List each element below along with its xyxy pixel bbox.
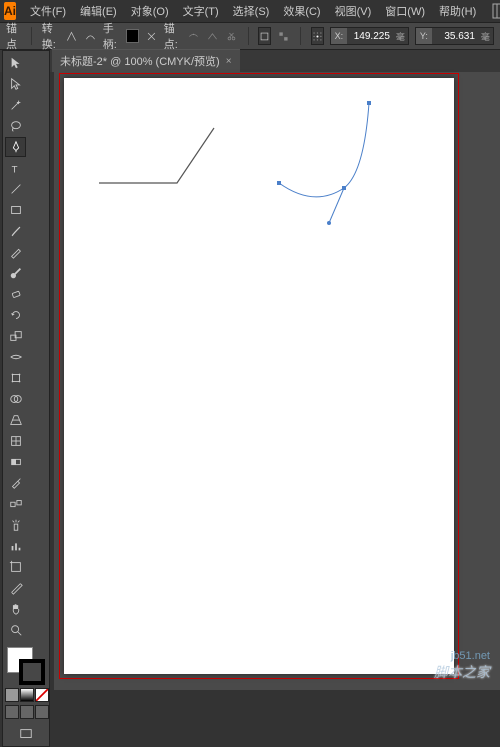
- rectangle-tool[interactable]: [5, 200, 26, 220]
- handle-label: 手柄:: [103, 20, 120, 52]
- pen-tool[interactable]: [5, 137, 26, 157]
- menu-file[interactable]: 文件(F): [24, 0, 72, 22]
- menu-extra-icons: [492, 3, 500, 19]
- menu-view[interactable]: 视图(V): [329, 0, 378, 22]
- anchor-connect-icon[interactable]: [206, 27, 219, 45]
- y-label: Y:: [416, 28, 432, 44]
- none-mode[interactable]: [35, 688, 49, 702]
- draw-mode-row: [5, 705, 49, 719]
- handle-swatch[interactable]: [126, 29, 139, 43]
- menu-bar: Ai 文件(F) 编辑(E) 对象(O) 文字(T) 选择(S) 效果(C) 视…: [0, 0, 500, 22]
- color-mode[interactable]: [5, 688, 19, 702]
- graph-tool[interactable]: [5, 536, 26, 556]
- toolbox: T: [2, 50, 50, 747]
- artwork: [64, 78, 454, 674]
- width-tool[interactable]: [5, 347, 26, 367]
- svg-text:T: T: [11, 164, 17, 175]
- x-field[interactable]: X: 149.225 毫: [330, 27, 409, 45]
- anchor-cut-icon[interactable]: [225, 27, 238, 45]
- magic-wand-tool[interactable]: [5, 95, 26, 115]
- symbol-sprayer-tool[interactable]: [5, 515, 26, 535]
- rotate-tool[interactable]: [5, 305, 26, 325]
- anchor-label: 锚点: [6, 20, 21, 52]
- scale-tool[interactable]: [5, 326, 26, 346]
- eraser-tool[interactable]: [5, 284, 26, 304]
- menu-help[interactable]: 帮助(H): [433, 0, 482, 22]
- mesh-tool[interactable]: [5, 431, 26, 451]
- free-transform-tool[interactable]: [5, 368, 26, 388]
- pencil-tool[interactable]: [5, 242, 26, 262]
- document-tab-bar: 未标题-2* @ 100% (CMYK/预览) ×: [0, 50, 500, 72]
- path-curve[interactable]: [279, 103, 369, 197]
- menu-window[interactable]: 窗口(W): [379, 0, 431, 22]
- stroke-swatch[interactable]: [19, 659, 45, 685]
- perspective-tool[interactable]: [5, 410, 26, 430]
- workspace[interactable]: jb51.net 脚本之家: [54, 72, 500, 690]
- layout-icon[interactable]: [492, 3, 500, 19]
- draw-behind[interactable]: [20, 705, 34, 719]
- handle-line: [329, 188, 344, 223]
- artboard-tool[interactable]: [5, 557, 26, 577]
- isolate-icon[interactable]: [258, 27, 271, 45]
- eyedropper-tool[interactable]: [5, 473, 26, 493]
- y-value[interactable]: 35.631: [432, 31, 478, 42]
- ref-point-icon[interactable]: [311, 27, 324, 45]
- app-logo: Ai: [4, 2, 16, 20]
- y-field[interactable]: Y: 35.631 毫: [415, 27, 494, 45]
- draw-inside[interactable]: [35, 705, 49, 719]
- menu-edit[interactable]: 编辑(E): [74, 0, 123, 22]
- anchor2-label: 锚点:: [164, 20, 181, 52]
- align-pixel-icon[interactable]: [277, 27, 290, 45]
- anchor-point-start[interactable]: [277, 181, 281, 185]
- document-tab[interactable]: 未标题-2* @ 100% (CMYK/预览) ×: [52, 49, 240, 72]
- anchor-remove-icon[interactable]: [187, 27, 200, 45]
- convert-label: 转换:: [42, 20, 59, 52]
- document-tab-title: 未标题-2* @ 100% (CMYK/预览): [60, 53, 220, 69]
- x-label: X:: [331, 28, 347, 44]
- gradient-tool[interactable]: [5, 452, 26, 472]
- menu-effect[interactable]: 效果(C): [277, 0, 326, 22]
- color-mode-row: [5, 688, 49, 702]
- convert-smooth-icon[interactable]: [84, 27, 97, 45]
- anchor-point-end[interactable]: [367, 101, 371, 105]
- control-bar: 锚点 转换: 手柄: 锚点: X: 149.225 毫 Y: 35.631 毫: [0, 22, 500, 50]
- handle-point[interactable]: [327, 221, 331, 225]
- menu-object[interactable]: 对象(O): [125, 0, 175, 22]
- anchor-point-mid[interactable]: [342, 186, 346, 190]
- watermark-url: jb51.net: [451, 650, 490, 662]
- shape-builder-tool[interactable]: [5, 389, 26, 409]
- slice-tool[interactable]: [5, 578, 26, 598]
- y-unit: 毫: [478, 30, 493, 43]
- x-unit: 毫: [393, 30, 408, 43]
- line-tool[interactable]: [5, 179, 26, 199]
- blob-brush-tool[interactable]: [5, 263, 26, 283]
- screen-mode-button[interactable]: [5, 724, 47, 744]
- draw-normal[interactable]: [5, 705, 19, 719]
- menu-select[interactable]: 选择(S): [227, 0, 276, 22]
- direct-selection-tool[interactable]: [5, 74, 26, 94]
- type-tool[interactable]: T: [5, 158, 26, 178]
- paintbrush-tool[interactable]: [5, 221, 26, 241]
- selection-tool[interactable]: [5, 53, 26, 73]
- artboard[interactable]: [64, 78, 454, 674]
- menu-type[interactable]: 文字(T): [177, 0, 225, 22]
- fill-stroke-swatch[interactable]: [5, 645, 47, 685]
- watermark-text: 脚本之家: [434, 662, 490, 682]
- hand-tool[interactable]: [5, 599, 26, 619]
- handle-cut-icon[interactable]: [145, 27, 158, 45]
- close-icon[interactable]: ×: [226, 56, 232, 67]
- blend-tool[interactable]: [5, 494, 26, 514]
- x-value[interactable]: 149.225: [347, 31, 393, 42]
- convert-corner-icon[interactable]: [65, 27, 78, 45]
- lasso-tool[interactable]: [5, 116, 26, 136]
- zoom-tool[interactable]: [5, 620, 26, 640]
- gradient-mode[interactable]: [20, 688, 34, 702]
- path-polyline: [99, 128, 214, 183]
